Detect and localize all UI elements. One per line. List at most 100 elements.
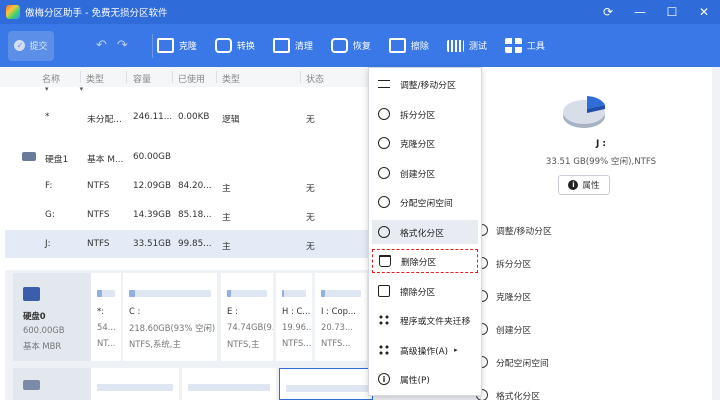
row-capacity: 33.51GB bbox=[133, 239, 172, 249]
disk1-partition-g[interactable] bbox=[182, 368, 276, 400]
partition-fs: NTFS,主 bbox=[227, 339, 260, 349]
op-clone[interactable]: 克隆分区 bbox=[476, 287, 531, 305]
close-button[interactable]: ✕ bbox=[688, 0, 720, 24]
menu-item-label: 克隆分区 bbox=[400, 139, 436, 150]
allocate-space-icon bbox=[378, 196, 390, 208]
menu-item-allocate[interactable]: 分配空闲空间 bbox=[372, 190, 478, 214]
column-divider bbox=[80, 71, 81, 83]
row-type: NTFS bbox=[87, 181, 110, 191]
toolbar-recover-button[interactable]: 恢复 bbox=[330, 38, 371, 53]
partition-label: *: bbox=[97, 306, 105, 316]
disk1-partition-j-selected[interactable] bbox=[279, 368, 373, 400]
partition-card-i[interactable]: I : Cop... 20.73... NTFS... bbox=[315, 273, 367, 361]
toolbar-label: 转换 bbox=[236, 42, 255, 52]
row-used: 99.85... bbox=[178, 239, 212, 249]
op-resize-move[interactable]: 调整/移动分区 bbox=[476, 221, 552, 239]
partition-label: E : bbox=[227, 306, 238, 316]
menu-item-advanced[interactable]: 高级操作(A) ▸ bbox=[372, 338, 478, 362]
row-type: 基本 M... bbox=[87, 155, 124, 165]
row-capacity: 246.11... bbox=[133, 112, 173, 122]
row-status: 无 bbox=[306, 213, 315, 223]
partition-size: 19.96... bbox=[282, 322, 312, 332]
column-header-type[interactable]: 类型 bbox=[86, 72, 104, 85]
more-icon bbox=[378, 344, 390, 356]
row-fstype: 主 bbox=[222, 213, 231, 223]
convert-icon bbox=[214, 38, 232, 53]
partition-card[interactable]: *: 54... NT... bbox=[91, 273, 121, 361]
maximize-button[interactable]: ☐ bbox=[656, 0, 688, 24]
toolbar-convert-button[interactable]: 转换 bbox=[214, 38, 255, 53]
toolbar-tools-button[interactable]: 工具 bbox=[504, 38, 545, 53]
menu-item-resize-move[interactable]: 调整/移动分区 bbox=[372, 72, 478, 96]
partition-fs: NT... bbox=[97, 338, 116, 348]
op-allocate[interactable]: 分配空闲空间 bbox=[476, 353, 549, 371]
menu-item-clone[interactable]: 克隆分区 bbox=[372, 131, 478, 155]
wipe-icon bbox=[378, 285, 390, 297]
op-label: 调整/移动分区 bbox=[496, 226, 552, 237]
undo-redo-group: ↶ ↷ bbox=[96, 38, 128, 53]
op-format[interactable]: 格式化分区 bbox=[476, 386, 540, 400]
toolbar-wipe-button[interactable]: 擦除 bbox=[388, 38, 429, 53]
toolbar-divider bbox=[151, 33, 153, 58]
partition-card-e[interactable]: E : 74.74GB(9... NTFS,主 bbox=[221, 273, 273, 361]
column-header-status[interactable]: 状态 bbox=[306, 72, 324, 85]
row-name: G: bbox=[45, 210, 55, 220]
commit-button[interactable]: ✓ 提交 bbox=[8, 30, 54, 61]
menu-item-label: 高级操作(A) bbox=[400, 346, 449, 357]
toolbar-clean-button[interactable]: 清理 bbox=[272, 38, 313, 53]
menu-item-wipe[interactable]: 擦除分区 bbox=[372, 279, 478, 303]
menu-item-label: 属性(P) bbox=[400, 375, 430, 386]
menu-item-properties[interactable]: i 属性(P) bbox=[372, 367, 478, 391]
column-header-name[interactable]: 名称 bbox=[42, 72, 60, 85]
window-title: 傲梅分区助手 - 免费无损分区软件 bbox=[25, 8, 168, 19]
title-bar: 傲梅分区助手 - 免费无损分区软件 ⟳ — ☐ ✕ bbox=[0, 0, 720, 24]
menu-item-split[interactable]: 拆分分区 bbox=[372, 102, 478, 126]
split-icon bbox=[378, 108, 390, 120]
menu-item-label: 删除分区 bbox=[401, 257, 437, 268]
menu-item-delete[interactable]: 删除分区 bbox=[372, 249, 478, 273]
toolbar-label: 清理 bbox=[294, 42, 313, 52]
usage-bar bbox=[97, 384, 173, 391]
refresh-button[interactable]: ⟳ bbox=[592, 0, 624, 24]
redo-icon[interactable]: ↷ bbox=[117, 38, 128, 53]
usage-bar-fill bbox=[321, 290, 325, 297]
menu-item-app-mover[interactable]: 程序或文件夹迁移 bbox=[372, 308, 478, 332]
partition-card-c[interactable]: C : 218.60GB(93% 空闲) NTFS,系统,主 bbox=[123, 273, 217, 361]
delete-icon bbox=[379, 255, 391, 267]
menu-item-format[interactable]: 格式化分区 bbox=[372, 220, 478, 244]
row-used: 85.18... bbox=[178, 210, 212, 220]
toolbar-clone-button[interactable]: 克隆 bbox=[156, 38, 197, 53]
partition-card-h[interactable]: H : C... 19.96... NTFS... bbox=[276, 273, 312, 361]
op-create[interactable]: 创建分区 bbox=[476, 320, 531, 338]
op-label: 克隆分区 bbox=[496, 292, 532, 303]
properties-button[interactable]: i 属性 bbox=[558, 175, 610, 195]
op-split[interactable]: 拆分分区 bbox=[476, 254, 531, 272]
disk1-partition-f[interactable] bbox=[91, 368, 179, 400]
row-type: 未分配... bbox=[87, 115, 122, 125]
clone-partition-icon bbox=[378, 137, 390, 149]
row-capacity: 12.09GB bbox=[133, 181, 172, 191]
minimize-button[interactable]: — bbox=[624, 0, 656, 24]
usage-bar bbox=[227, 290, 267, 297]
toolbar-label: 工具 bbox=[526, 42, 545, 52]
partition-size: 74.74GB(9... bbox=[227, 322, 273, 332]
column-header-fstype[interactable]: 类型 bbox=[222, 72, 240, 85]
hard-disk-icon bbox=[22, 152, 36, 161]
toolbar: ✓ 提交 ↶ ↷ 克隆 转换 清理 恢复 擦除 测试 工具 bbox=[0, 24, 720, 67]
usage-bar-fill bbox=[97, 290, 103, 297]
undo-icon[interactable]: ↶ bbox=[96, 38, 107, 53]
scrollbar[interactable] bbox=[712, 67, 720, 400]
usage-bar-fill bbox=[129, 290, 135, 297]
test-icon bbox=[446, 39, 464, 52]
row-name: J: bbox=[45, 239, 51, 249]
column-header-capacity[interactable]: 容量 bbox=[133, 72, 151, 85]
toolbar-test-button[interactable]: 测试 bbox=[446, 39, 487, 52]
usage-bar-fill bbox=[227, 290, 231, 297]
row-used: 0.00KB bbox=[178, 112, 210, 122]
wipe-icon bbox=[388, 38, 406, 53]
column-divider bbox=[216, 71, 217, 83]
column-header-used[interactable]: 已使用 bbox=[178, 72, 205, 85]
info-icon: i bbox=[378, 373, 390, 385]
usage-bar bbox=[188, 384, 270, 391]
menu-item-create[interactable]: 创建分区 bbox=[372, 161, 478, 185]
